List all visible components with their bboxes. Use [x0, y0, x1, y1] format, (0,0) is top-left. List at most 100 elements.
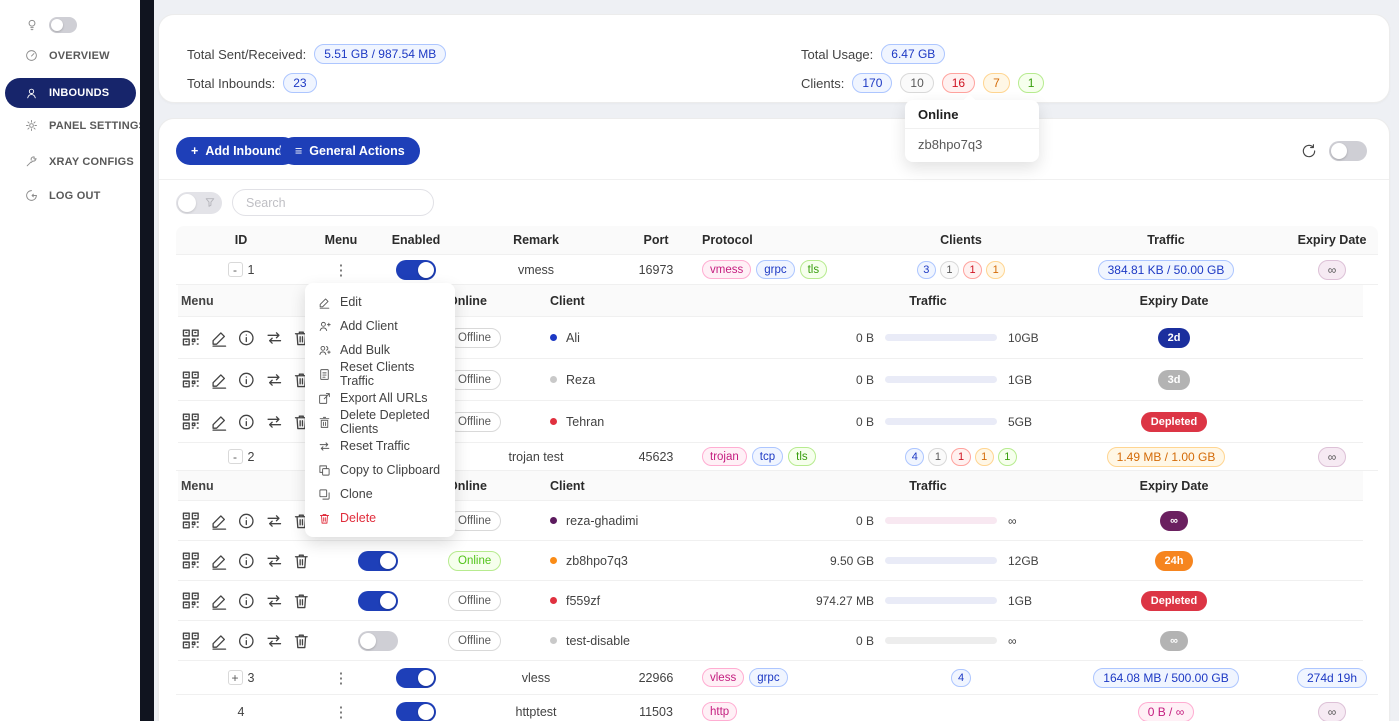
info-icon[interactable] — [237, 370, 256, 390]
client-dot — [550, 376, 557, 383]
expand-button[interactable]: + — [228, 670, 243, 685]
sidebar-item-logout[interactable]: LOG OUT — [25, 189, 101, 202]
menu-item-reset-traffic[interactable]: Reset Traffic — [305, 434, 455, 458]
inbound-port: 11503 — [616, 695, 696, 721]
client-name: Reza — [566, 373, 595, 387]
inbound-row-1: - 1 ⋮ vmess 16973 vmess grpc tls 3 1 1 1… — [176, 255, 1378, 285]
enabled-toggle[interactable] — [396, 260, 436, 280]
client-dot — [550, 597, 557, 604]
edit-icon[interactable] — [210, 370, 229, 390]
search-input[interactable] — [232, 189, 434, 216]
info-icon[interactable] — [237, 511, 256, 531]
row-menu-button[interactable]: ⋮ — [334, 703, 349, 721]
qr-code-icon[interactable] — [181, 411, 201, 432]
plus-icon: + — [191, 144, 198, 158]
info-icon[interactable] — [237, 412, 256, 432]
table-header-row: ID Menu Enabled Remark Port Protocol Cli… — [176, 226, 1378, 255]
inbound-remark: vless — [456, 661, 616, 694]
reset-traffic-icon[interactable] — [265, 511, 284, 531]
copy-icon — [318, 464, 331, 477]
col-header-expiry: Expiry Date — [1286, 226, 1378, 254]
refresh-icon[interactable] — [1301, 143, 1317, 159]
menu-item-delete[interactable]: Delete — [305, 506, 455, 530]
row-menu-button[interactable]: ⋮ — [334, 669, 349, 687]
qr-code-icon[interactable] — [181, 590, 201, 611]
edit-icon[interactable] — [210, 511, 229, 531]
collapsed-sider — [140, 0, 154, 721]
client-enabled-toggle[interactable] — [358, 631, 398, 651]
filter-toggle[interactable] — [176, 192, 222, 214]
inbound-remark: httptest — [456, 695, 616, 721]
menu-item-delete-depleted-clients[interactable]: Delete Depleted Clients — [305, 410, 455, 434]
sidebar-item-inbounds[interactable]: INBOUNDS — [5, 78, 136, 108]
reset-traffic-icon[interactable] — [265, 551, 284, 571]
inbound-id: 1 — [248, 263, 255, 277]
client-enabled-toggle[interactable] — [358, 591, 398, 611]
trash-icon — [318, 512, 331, 525]
client-row-f559zf: Offline f559zf 974.27 MB 1GB Depleted — [178, 581, 1363, 621]
info-icon[interactable] — [237, 328, 256, 348]
info-icon[interactable] — [237, 591, 256, 611]
qr-code-icon[interactable] — [181, 327, 201, 348]
menu-item-clone[interactable]: Clone — [305, 482, 455, 506]
clients-count-total[interactable]: 170 — [852, 73, 892, 93]
reset-traffic-icon[interactable] — [265, 370, 284, 390]
inbound-port: 45623 — [616, 443, 696, 470]
theme-bulb-icon — [25, 18, 39, 32]
sidebar-item-panel-settings[interactable]: PANEL SETTINGS — [25, 119, 146, 132]
menu-item-reset-clients-traffic[interactable]: Reset Clients Traffic — [305, 362, 455, 386]
menu-item-add-client[interactable]: Add Client — [305, 314, 455, 338]
expiry-badge: ∞ — [1160, 511, 1188, 531]
info-icon[interactable] — [237, 551, 256, 571]
clients-count-expiring[interactable]: 7 — [983, 73, 1010, 93]
menu-item-copy-to-clipboard[interactable]: Copy to Clipboard — [305, 458, 455, 482]
theme-toggle[interactable] — [49, 17, 77, 33]
menu-item-edit[interactable]: Edit — [305, 290, 455, 314]
enabled-toggle[interactable] — [396, 702, 436, 721]
collapse-button[interactable]: - — [228, 449, 243, 464]
reset-traffic-icon[interactable] — [265, 631, 284, 651]
menu-item-export-all-urls[interactable]: Export All URLs — [305, 386, 455, 410]
client-count-badge: 4 — [905, 448, 924, 466]
qr-code-icon[interactable] — [181, 630, 201, 651]
traffic-bar — [885, 597, 997, 604]
clients-count-depleted[interactable]: 16 — [942, 73, 975, 93]
export-icon — [318, 392, 331, 405]
edit-icon[interactable] — [210, 591, 229, 611]
expiry-pill: ∞ — [1318, 260, 1347, 280]
edit-icon[interactable] — [210, 412, 229, 432]
sidebar-item-overview[interactable]: OVERVIEW — [25, 49, 110, 62]
row-menu-button[interactable]: ⋮ — [334, 261, 349, 279]
enabled-toggle[interactable] — [396, 668, 436, 688]
reset-traffic-icon[interactable] — [265, 412, 284, 432]
reset-traffic-icon[interactable] — [265, 328, 284, 348]
general-actions-button[interactable]: ≡ General Actions — [280, 137, 420, 165]
clone-icon — [318, 488, 331, 501]
qr-code-icon[interactable] — [181, 510, 201, 531]
traffic-pill: 164.08 MB / 500.00 GB — [1093, 668, 1238, 688]
reset-traffic-icon[interactable] — [265, 591, 284, 611]
info-icon[interactable] — [237, 631, 256, 651]
status-badge: Offline — [448, 511, 501, 531]
qr-code-icon[interactable] — [181, 550, 201, 571]
status-badge: Offline — [448, 591, 501, 611]
edit-icon[interactable] — [210, 631, 229, 651]
client-enabled-toggle[interactable] — [358, 551, 398, 571]
traffic-used: 0 B — [776, 415, 874, 429]
expiry-badge: 3d — [1158, 370, 1191, 390]
edit-icon[interactable] — [210, 551, 229, 571]
clients-count-default[interactable]: 10 — [900, 73, 933, 93]
edit-icon[interactable] — [210, 328, 229, 348]
sidebar-item-xray-configs[interactable]: XRAY CONFIGS — [25, 155, 134, 168]
collapse-button[interactable]: - — [228, 262, 243, 277]
status-badge: Offline — [448, 328, 501, 348]
expiry-badge: Depleted — [1141, 591, 1207, 611]
inbound-remark: trojan test — [456, 443, 616, 470]
menu-item-add-bulk[interactable]: Add Bulk — [305, 338, 455, 362]
qr-code-icon[interactable] — [181, 369, 201, 390]
client-name: reza-ghadimi — [566, 514, 638, 528]
col-header-protocol: Protocol — [696, 226, 876, 254]
auto-refresh-toggle[interactable] — [1329, 141, 1367, 161]
col-header-menu: Menu — [306, 226, 376, 254]
clients-count-online[interactable]: 1 — [1018, 73, 1045, 93]
